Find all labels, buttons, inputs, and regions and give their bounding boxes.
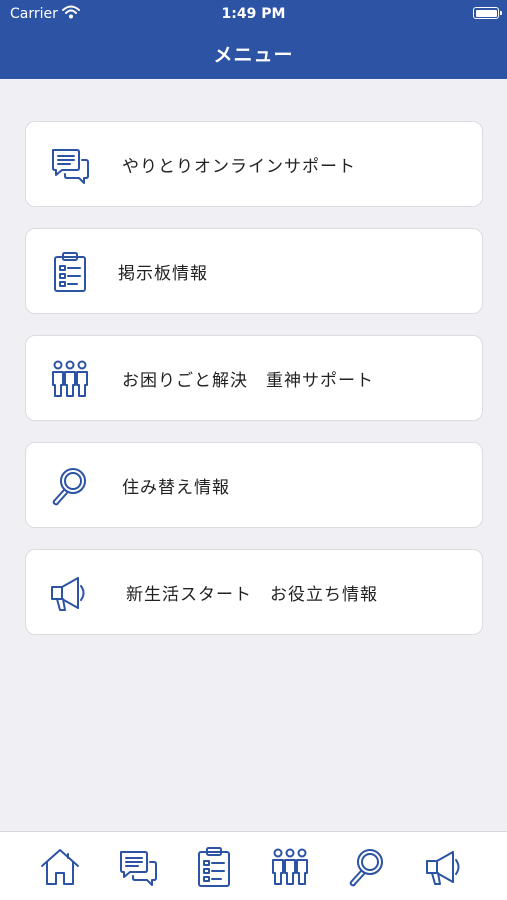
tab-new-life[interactable] [423,846,467,888]
menu-item-label: 掲示板情報 [118,264,208,284]
megaphone-icon [48,572,92,614]
battery-icon [473,7,502,19]
tab-bulletin-board[interactable] [192,846,236,888]
people-group-icon [272,848,308,885]
menu-item-new-life-info[interactable]: 新生活スタート お役立ち情報 [25,549,483,635]
menu-item-troubleshooting-support[interactable]: お困りごと解決 重神サポート [25,335,483,421]
menu-item-label: 新生活スタート お役立ち情報 [126,585,378,605]
menu-item-label: 住み替え情報 [122,478,230,498]
search-icon [349,849,383,887]
menu-item-label: やりとりオンラインサポート [122,157,356,177]
home-icon [41,849,79,885]
clipboard-icon [48,251,92,293]
megaphone-icon [426,851,460,885]
menu-list: やりとりオンラインサポート 掲示板情報 お困りごと解決 重神サポート 住み替え情… [25,121,483,656]
menu-item-label: お困りごと解決 重神サポート [122,371,374,391]
status-bar: Carrier 1:49 PM [0,0,507,28]
tab-online-support[interactable] [116,846,160,888]
tab-bar [0,831,507,900]
search-icon [48,465,92,507]
menu-item-online-support[interactable]: やりとりオンラインサポート [25,121,483,207]
chat-bubbles-icon [120,851,157,886]
menu-item-bulletin-board[interactable]: 掲示板情報 [25,228,483,314]
tab-relocation[interactable] [345,846,389,888]
page-title: メニュー [213,44,294,66]
people-group-icon [48,358,92,400]
menu-item-relocation-info[interactable]: 住み替え情報 [25,442,483,528]
navigation-bar: メニュー [0,28,507,79]
tab-home[interactable] [38,846,82,888]
tab-troubleshooting[interactable] [268,846,312,888]
clipboard-icon [198,847,230,887]
chat-bubbles-icon [48,144,92,186]
status-time: 1:49 PM [221,6,286,22]
